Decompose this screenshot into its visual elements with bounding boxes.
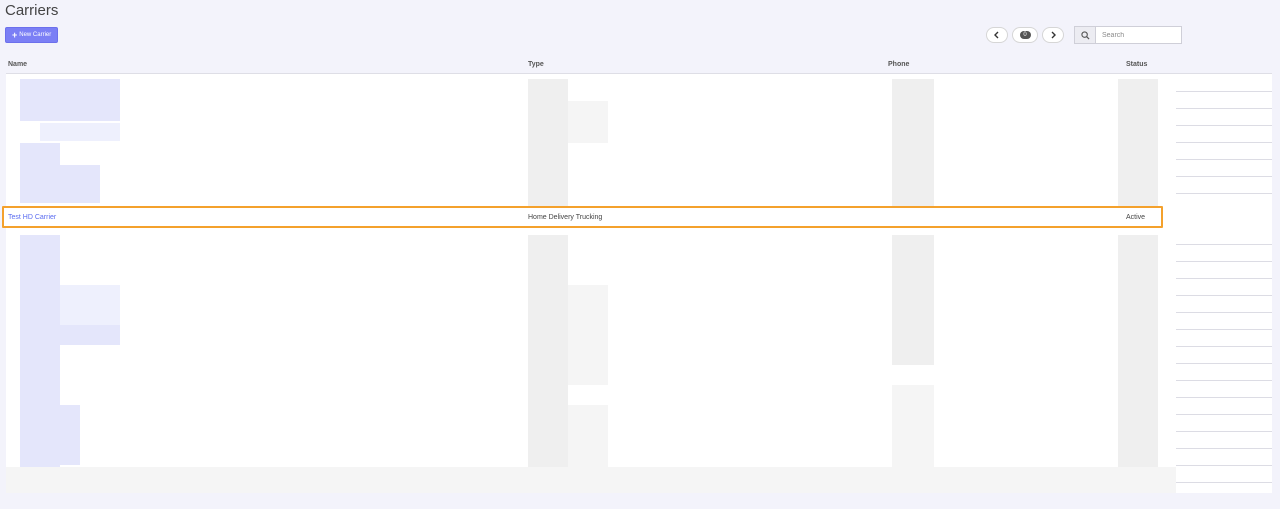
row-divider — [1176, 159, 1272, 160]
row-divider — [1176, 397, 1272, 398]
row-divider — [1176, 312, 1272, 313]
chevron-right-icon — [1051, 31, 1056, 39]
chevron-left-icon — [994, 31, 999, 39]
page-count-button[interactable]: 0 — [1012, 27, 1038, 43]
row-divider — [1176, 363, 1272, 364]
row-divider — [1176, 278, 1272, 279]
search-icon-box[interactable] — [1074, 26, 1095, 44]
column-header-phone[interactable]: Phone — [888, 61, 909, 68]
carriers-table: Name Type Phone Status — [6, 57, 1272, 493]
redacted-row-strip — [6, 467, 1176, 493]
row-divider — [1176, 193, 1272, 194]
redacted-status-block — [1118, 79, 1158, 207]
carrier-status: Active — [1126, 214, 1146, 221]
column-header-name[interactable]: Name — [8, 61, 27, 68]
redacted-name-block — [40, 123, 120, 141]
redacted-type-block — [528, 235, 568, 493]
carrier-type: Home Delivery Trucking — [528, 214, 603, 221]
row-divider — [1176, 448, 1272, 449]
redacted-name-block — [20, 165, 100, 203]
redacted-name-block — [20, 79, 120, 121]
row-divider — [1176, 380, 1272, 381]
page-count-badge: 0 — [1019, 31, 1031, 39]
row-divider — [1176, 91, 1272, 92]
redacted-type-block — [528, 79, 568, 209]
redacted-phone-block — [892, 79, 934, 207]
row-divider — [1176, 414, 1272, 415]
row-divider — [1176, 125, 1272, 126]
search-icon — [1080, 30, 1090, 40]
row-divider — [1176, 482, 1272, 483]
table-row-highlighted[interactable]: Test HD Carrier Home Delivery Trucking A… — [2, 206, 1163, 228]
column-header-status[interactable]: Status — [1126, 61, 1147, 68]
row-divider — [1176, 329, 1272, 330]
search-input[interactable] — [1095, 26, 1182, 44]
redacted-name-block — [40, 325, 120, 345]
new-carrier-button[interactable]: + New Carrier — [5, 27, 59, 43]
row-divider — [1176, 431, 1272, 432]
prev-page-button[interactable] — [986, 27, 1008, 43]
row-divider — [1176, 295, 1272, 296]
carrier-name-link[interactable]: Test HD Carrier — [8, 214, 56, 221]
redacted-status-block — [1118, 235, 1158, 485]
page-title: Carriers — [5, 2, 59, 19]
column-header-type[interactable]: Type — [528, 61, 544, 68]
row-divider — [1176, 244, 1272, 245]
next-page-button[interactable] — [1042, 27, 1064, 43]
redacted-type-block — [568, 101, 608, 143]
row-divider — [1176, 261, 1272, 262]
row-divider — [1176, 108, 1272, 109]
row-divider — [1176, 142, 1272, 143]
row-divider — [1176, 465, 1272, 466]
redacted-name-block — [40, 405, 80, 465]
plus-icon: + — [12, 30, 18, 40]
search-box — [1074, 26, 1182, 44]
pagination: 0 — [986, 27, 1064, 43]
redacted-type-block — [568, 285, 608, 385]
redacted-phone-block — [892, 235, 934, 365]
table-header: Name Type Phone Status — [6, 57, 1272, 74]
new-carrier-label: New Carrier — [19, 32, 52, 38]
row-divider — [1176, 346, 1272, 347]
row-divider — [1176, 176, 1272, 177]
